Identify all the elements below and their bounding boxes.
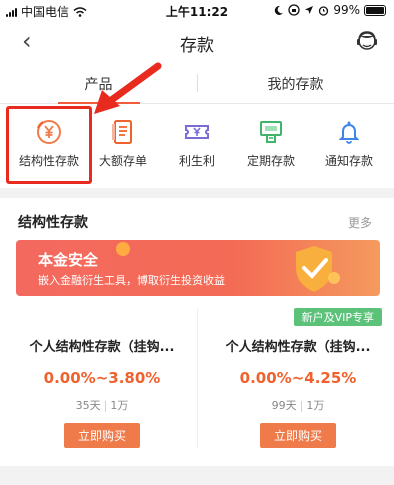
product-rate: 0.00%~3.80% [43,369,161,387]
category-fixed-deposit[interactable]: 定期存款 [232,118,310,169]
moon-icon [275,5,284,15]
category-notice-deposit[interactable]: 通知存款 [310,118,388,169]
certificate-icon [112,120,132,144]
product-term: 99天 [271,399,297,412]
more-link[interactable]: 更多 [348,214,372,231]
battery-percent: 99% [333,3,360,17]
status-bar: 中国电信 上午11:22 99% [0,0,394,22]
yen-ticket-icon [185,125,209,139]
page-title: 存款 [180,36,214,56]
product-card[interactable]: 个人结构性存款（挂钩... 0.00%~4.25% 99天 | 1万 立即购买 [208,336,388,448]
category-label: 定期存款 [246,154,295,168]
banner-orb [116,242,130,256]
structured-deposit-section: 结构性存款 更多 本金安全 嵌入金融衍生工具，博取衍生投资收益 新户及VIP专享… [0,198,394,485]
tab-my-deposits[interactable]: 我的存款 [197,74,394,94]
deposit-box-icon [260,121,282,143]
customer-service-icon[interactable] [354,28,380,54]
buy-now-button[interactable]: 立即购买 [259,423,336,448]
banner-title: 本金安全 [38,251,99,269]
category-large-deposit[interactable]: 大额存单 [84,118,162,169]
section-title: 结构性存款 [18,215,88,231]
product-meta: 35天 | 1万 [75,399,129,412]
bell-icon [338,121,360,144]
product-min-amount: 1万 [110,399,129,412]
red-arrow-annotation [94,62,162,114]
tab-bar: 产品 我的存款 [0,62,394,104]
vip-badge: 新户及VIP专享 [293,308,382,326]
category-label: 利生利 [178,154,215,168]
product-name: 个人结构性存款（挂钩... [225,340,371,355]
product-rate: 0.00%~4.25% [239,369,357,387]
product-name: 个人结构性存款（挂钩... [29,340,175,355]
principal-safe-banner[interactable]: 本金安全 嵌入金融衍生工具，博取衍生投资收益 [16,240,380,296]
category-interest-plus[interactable]: 利生利 [158,118,236,169]
product-meta: 99天 | 1万 [271,399,325,412]
bottom-spacer [0,466,394,485]
banner-subtitle: 嵌入金融衍生工具，博取衍生投资收益 [38,274,225,287]
nav-bar: ‹ 存款 [0,22,394,62]
battery-icon [364,4,386,16]
product-min-amount: 1万 [306,399,325,412]
shield-icon [296,246,340,292]
product-term: 35天 [75,399,101,412]
highlight-box [6,106,92,184]
rotation-lock-icon [288,4,300,16]
category-label: 大额存单 [98,154,147,168]
category-label: 通知存款 [324,154,373,168]
alarm-icon [319,5,329,16]
location-icon [305,6,314,14]
product-card[interactable]: 个人结构性存款（挂钩... 0.00%~3.80% 35天 | 1万 立即购买 [12,336,192,448]
buy-now-button[interactable]: 立即购买 [63,423,140,448]
status-right: 99% [273,3,386,17]
product-divider [197,308,198,448]
